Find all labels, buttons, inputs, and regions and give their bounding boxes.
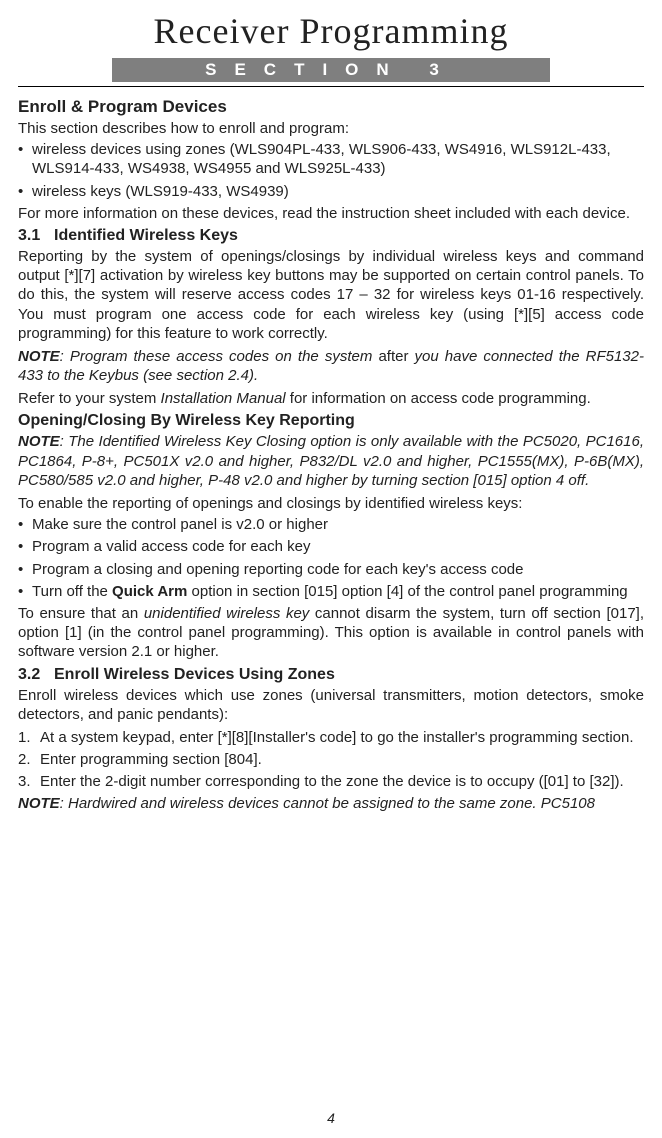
bullet-icon: • [18,537,32,556]
list-number: 3. [18,772,40,791]
text: Turn off the [32,583,112,600]
bullet-icon: • [18,515,32,534]
section-title: Enroll Wireless Devices Using Zones [54,666,335,683]
list-number: 1. [18,728,40,747]
list-text: At a system keypad, enter [*][8][Install… [40,728,644,747]
note-2: NOTE: The Identified Wireless Key Closin… [18,432,644,490]
section-3-2-body: Enroll wireless devices which use zones … [18,686,644,724]
note-label: NOTE [18,433,60,450]
list-item: • wireless keys (WLS919-433, WS4939) [18,182,644,201]
heading-3-1: 3.1Identified Wireless Keys [18,227,644,245]
note-after: after [378,348,408,365]
list-item: • Turn off the Quick Arm option in secti… [18,582,644,601]
refer-paragraph: Refer to your system Installation Manual… [18,389,644,408]
text: option in section [015] option [4] of th… [187,583,627,600]
intro-paragraph: This section describes how to enroll and… [18,119,644,138]
page-title: Receiver Programming [18,10,644,52]
note-label: NOTE [18,795,60,812]
more-info-paragraph: For more information on these devices, r… [18,204,644,223]
document-page: Receiver Programming SECTION 3 Enroll & … [0,0,662,1138]
list-text: Enter the 2-digit number corresponding t… [40,772,644,791]
installation-manual: Installation Manual [161,390,286,407]
list-item: • Program a closing and opening reportin… [18,560,644,579]
note-text: : The Identified Wireless Key Closing op… [18,433,644,488]
page-number: 4 [0,1110,662,1126]
enable-paragraph: To enable the reporting of openings and … [18,494,644,513]
note-text: : Hardwired and wireless devices cannot … [60,795,595,812]
text: for information on access code programmi… [286,390,591,407]
list-item: • Program a valid access code for each k… [18,537,644,556]
bullet-icon: • [18,582,32,601]
divider [18,86,644,87]
ordered-list-item: 2. Enter programming section [804]. [18,750,644,769]
note-text: : Program these access codes on the syst… [60,348,379,365]
bullet-text: Turn off the Quick Arm option in section… [32,582,644,601]
section-number: 3.1 [18,227,54,245]
section-number: 3.2 [18,666,54,684]
bullet-text: Program a closing and opening reporting … [32,560,644,579]
bullet-text: Program a valid access code for each key [32,537,644,556]
heading-3-2: 3.2Enroll Wireless Devices Using Zones [18,666,644,684]
bullet-icon: • [18,182,32,201]
section-3-1-body: Reporting by the system of openings/clos… [18,247,644,343]
text: To ensure that an [18,605,144,622]
bullet-icon: • [18,140,32,178]
heading-open-close: Opening/Closing By Wireless Key Reportin… [18,412,644,430]
ordered-list-item: 3. Enter the 2-digit number correspondin… [18,772,644,791]
list-item: • Make sure the control panel is v2.0 or… [18,515,644,534]
note-3: NOTE: Hardwired and wireless devices can… [18,794,644,813]
note-1: NOTE: Program these access codes on the … [18,347,644,385]
list-text: Enter programming section [804]. [40,750,644,769]
ensure-paragraph: To ensure that an unidentified wireless … [18,604,644,662]
unidentified-wireless-key: unidentified wireless key [144,605,309,622]
section-title: Identified Wireless Keys [54,227,238,244]
bullet-text: Make sure the control panel is v2.0 or h… [32,515,644,534]
ordered-list-item: 1. At a system keypad, enter [*][8][Inst… [18,728,644,747]
quick-arm: Quick Arm [112,583,187,600]
list-number: 2. [18,750,40,769]
bullet-text: wireless devices using zones (WLS904PL-4… [32,140,644,178]
note-label: NOTE [18,348,60,365]
section-bar: SECTION 3 [112,58,550,82]
bullet-text: wireless keys (WLS919-433, WS4939) [32,182,644,201]
list-item: • wireless devices using zones (WLS904PL… [18,140,644,178]
bullet-icon: • [18,560,32,579]
text: Refer to your system [18,390,161,407]
heading-enroll-program: Enroll & Program Devices [18,97,644,117]
